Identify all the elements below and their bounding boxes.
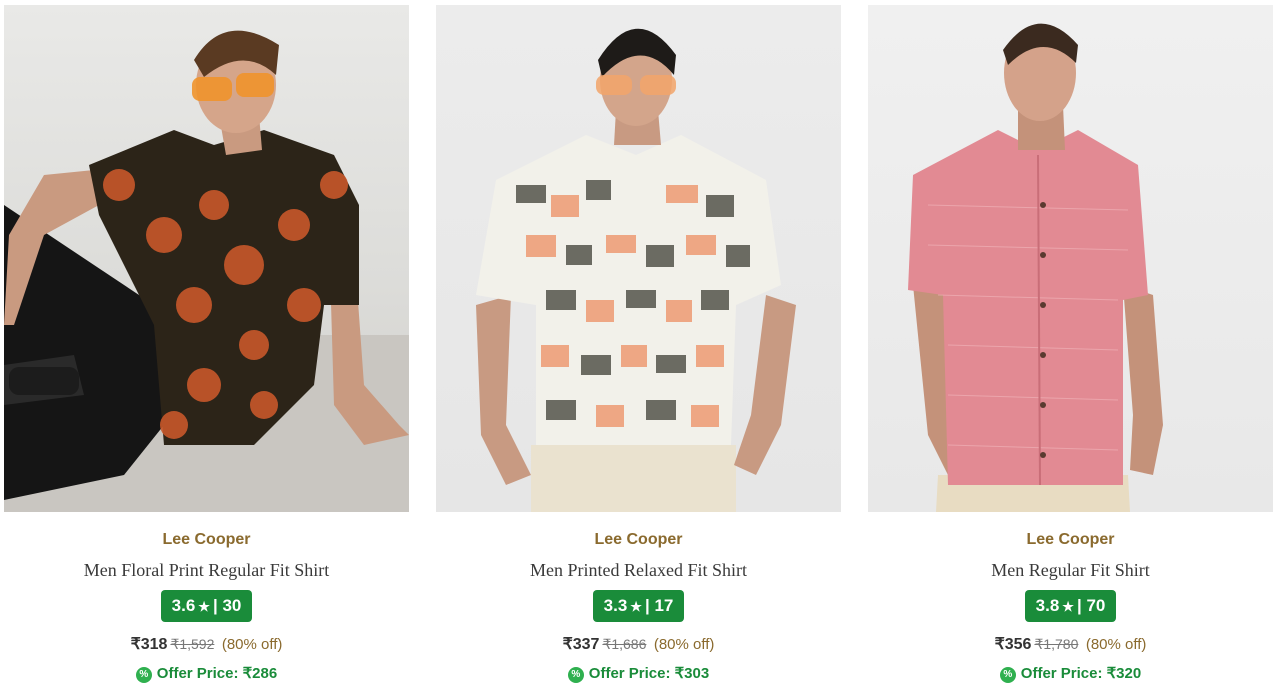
offer-price-label: Offer Price: ₹286 [156,665,278,682]
percent-badge-icon: % [135,667,152,683]
product-title[interactable]: Men Floral Print Regular Fit Shirt [4,559,409,581]
rating-separator: | [212,596,218,615]
original-price: ₹1,780 [1034,636,1079,652]
discount-percent: (80% off) [221,636,283,653]
offer-price: % Offer Price: ₹320 [868,664,1273,684]
star-icon: ★ [198,599,210,614]
rating-separator: | [1076,596,1082,615]
product-info: Lee Cooper Men Regular Fit Shirt 3.8 ★ | 7… [868,530,1273,684]
model-photo-printed-shirt-icon [476,28,796,512]
original-price: ₹1,686 [602,636,647,652]
rating-separator: | [644,596,650,615]
sale-price: ₹337 [562,636,600,653]
rating-badge[interactable]: 3.6 ★ | 30 [160,590,253,622]
offer-price: % Offer Price: ₹303 [436,664,841,684]
rating-value: 3.3 [603,596,628,615]
price-row: ₹356 ₹1,780 (80% off) [868,634,1273,654]
star-icon: ★ [630,599,642,614]
rating-badge[interactable]: 3.8 ★ | 70 [1024,590,1117,622]
review-count: 17 [654,596,674,615]
product-info: Lee Cooper Men Floral Print Regular Fit … [4,530,409,684]
price-row: ₹337 ₹1,686 (80% off) [436,634,841,654]
sale-price: ₹356 [994,636,1032,653]
offer-price: % Offer Price: ₹286 [4,664,409,684]
product-card[interactable]: Lee Cooper Men Floral Print Regular Fit … [4,5,409,693]
brand-name[interactable]: Lee Cooper [4,530,409,550]
discount-percent: (80% off) [653,636,715,653]
product-grid: Lee Cooper Men Floral Print Regular Fit … [0,0,1280,696]
product-card[interactable]: Lee Cooper Men Regular Fit Shirt 3.8 ★ | 7… [868,5,1273,693]
brand-name[interactable]: Lee Cooper [436,530,841,550]
rating-value: 3.8 [1035,596,1060,615]
review-count: 70 [1086,596,1106,615]
sale-price: ₹318 [130,636,168,653]
percent-badge-icon: % [567,667,584,683]
product-card[interactable]: Lee Cooper Men Printed Relaxed Fit Shirt… [436,5,841,693]
rating-badge[interactable]: 3.3 ★ | 17 [592,590,685,622]
product-title[interactable]: Men Regular Fit Shirt [868,559,1273,581]
product-image[interactable] [436,5,841,512]
price-row: ₹318 ₹1,592 (80% off) [4,634,409,654]
percent-badge-icon: % [999,667,1016,683]
discount-percent: (80% off) [1085,636,1147,653]
brand-name[interactable]: Lee Cooper [868,530,1273,550]
product-info: Lee Cooper Men Printed Relaxed Fit Shirt… [436,530,841,684]
product-image[interactable] [4,5,409,512]
review-count: 30 [222,596,242,615]
offer-price-label: Offer Price: ₹303 [588,665,710,682]
product-title[interactable]: Men Printed Relaxed Fit Shirt [436,559,841,581]
offer-price-label: Offer Price: ₹320 [1020,665,1142,682]
model-photo-pink-shirt-icon [908,23,1163,512]
product-image[interactable] [868,5,1273,512]
original-price: ₹1,592 [170,636,215,652]
rating-value: 3.6 [171,596,196,615]
model-photo-floral-shirt-icon [4,30,409,512]
star-icon: ★ [1062,599,1074,614]
